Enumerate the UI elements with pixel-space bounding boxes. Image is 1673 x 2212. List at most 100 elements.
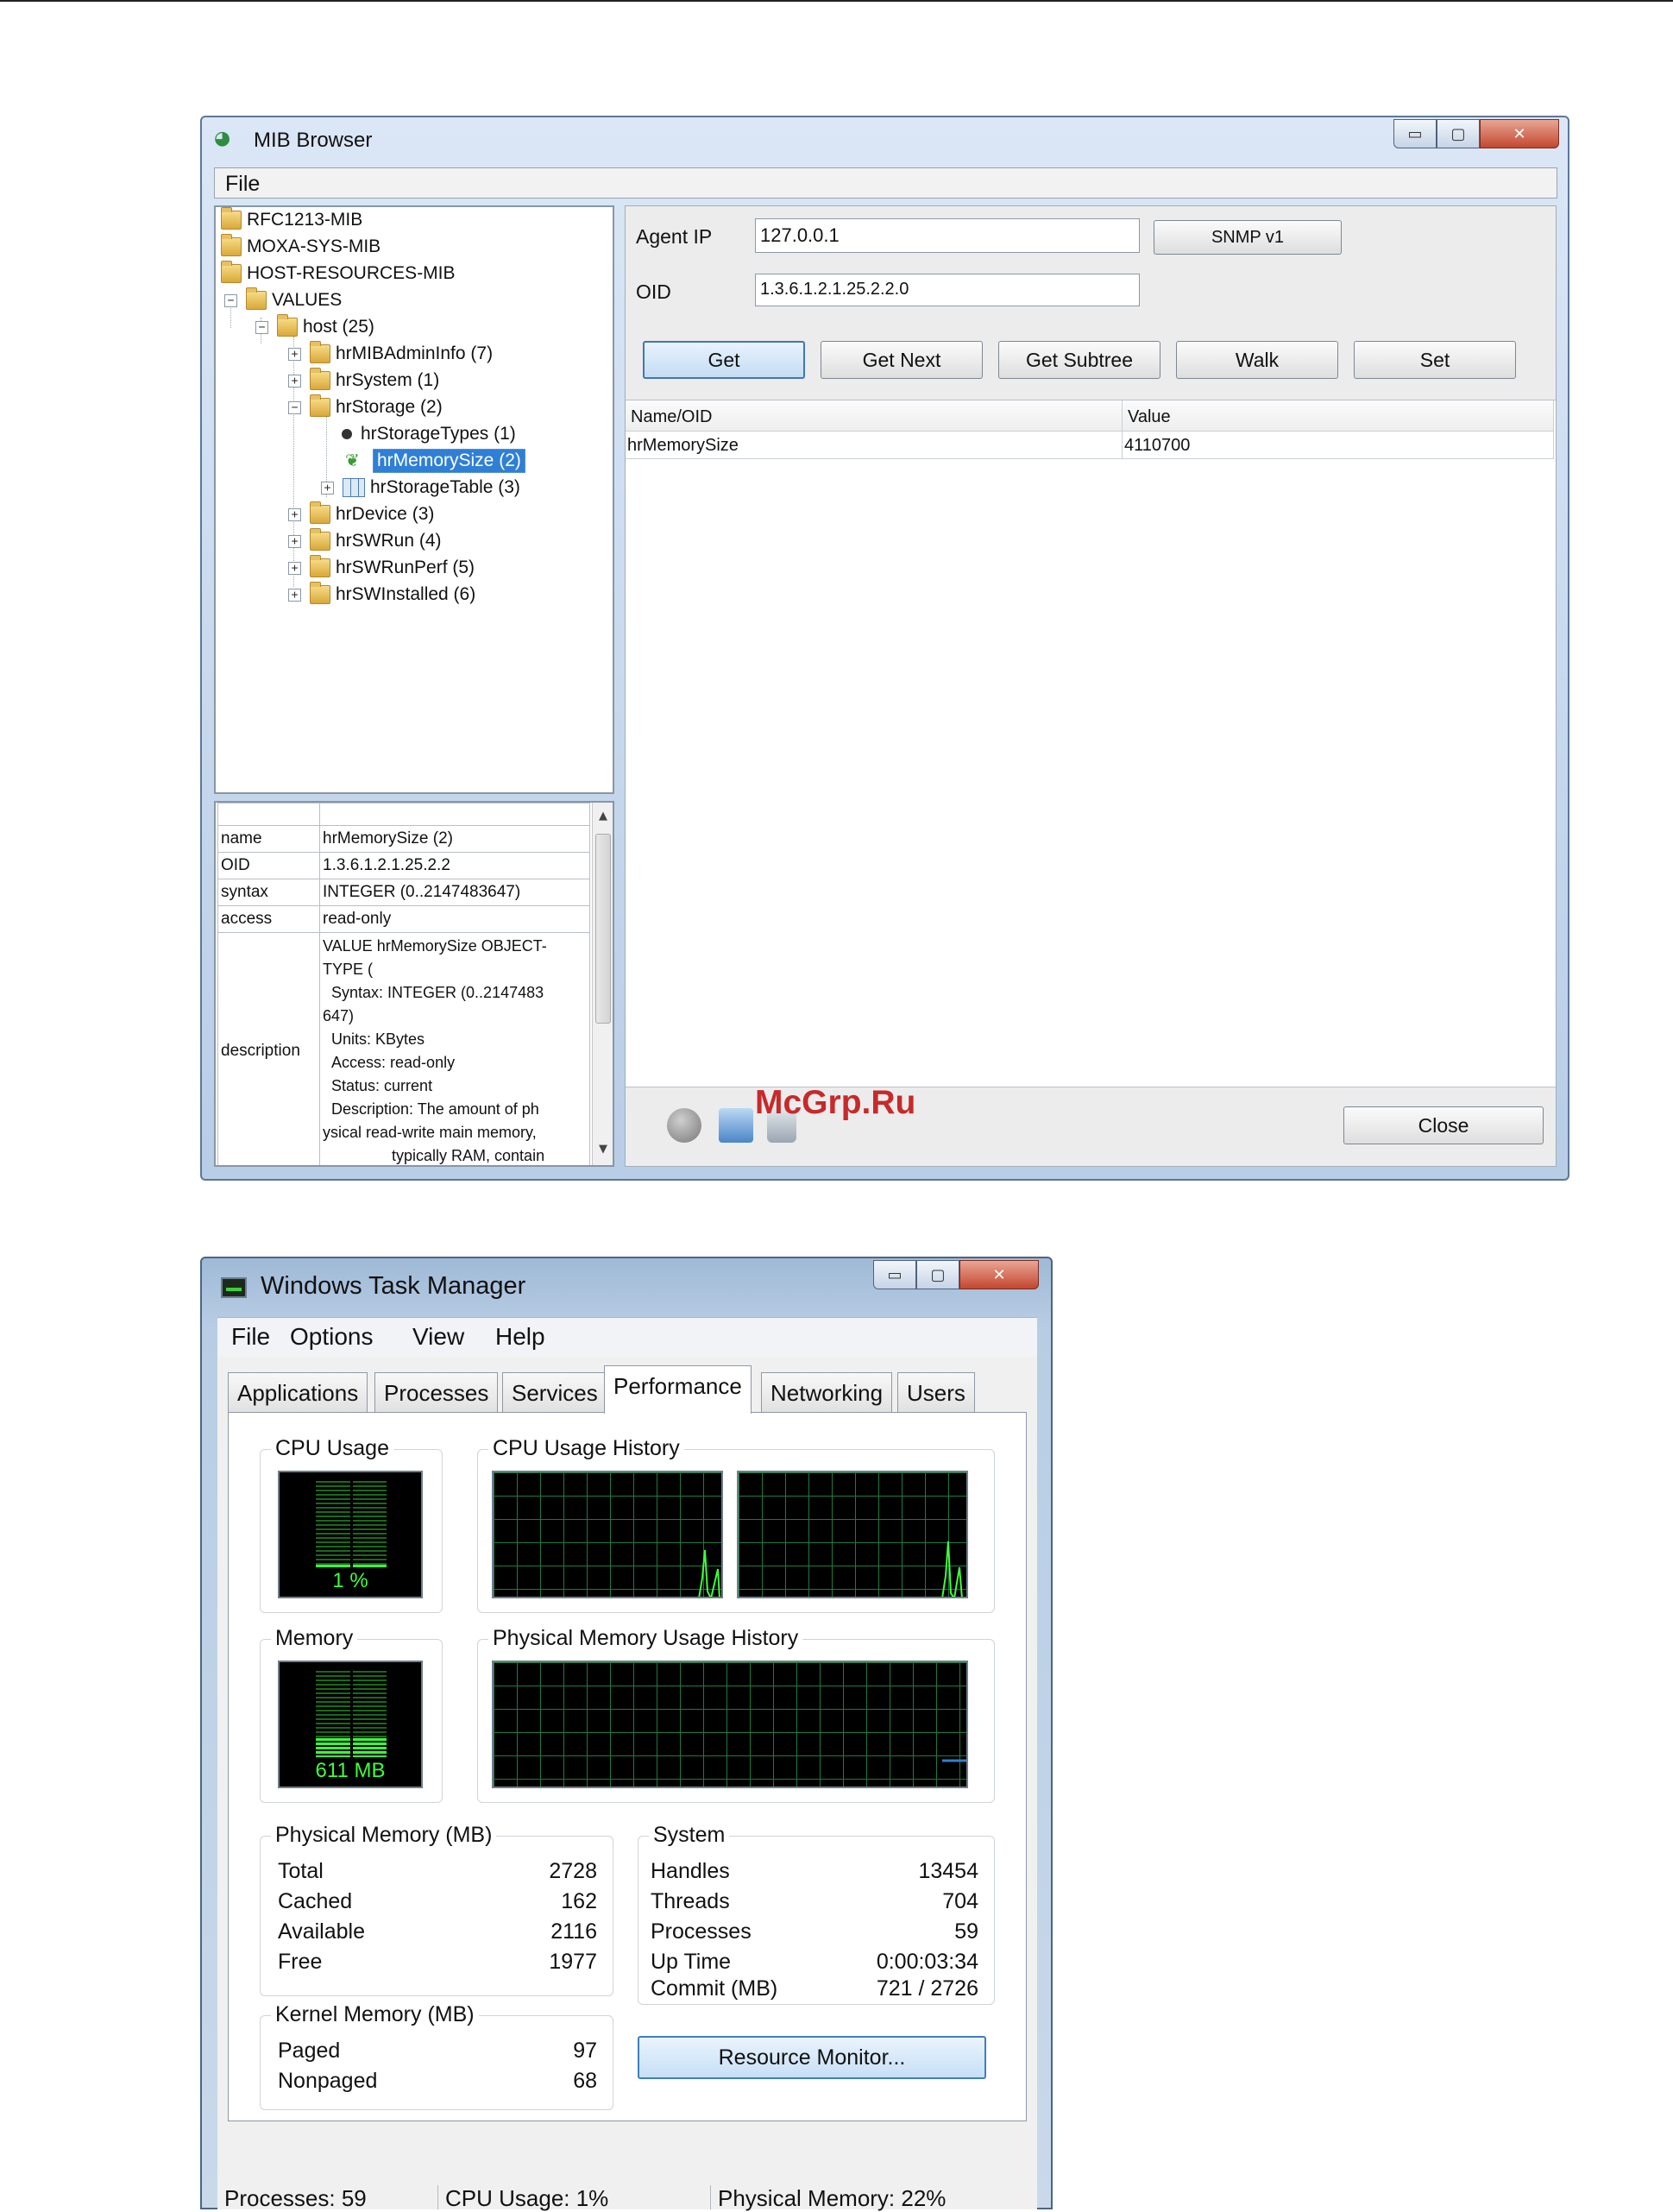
result-cell-name[interactable]: hrMemorySize (626, 432, 1123, 459)
stat-label: Up Time (651, 1950, 732, 1974)
window-controls: ▭ ▢ ✕ (1393, 119, 1559, 150)
maximize-button[interactable]: ▢ (916, 1260, 959, 1289)
get-subtree-button[interactable]: Get Subtree (998, 341, 1160, 379)
mib-titlebar: ◕ MIB Browser ▭ ▢ ✕ (202, 117, 1568, 162)
window-controls: ▭ ▢ ✕ (873, 1260, 1039, 1291)
folder-icon (221, 207, 242, 230)
menu-file[interactable]: File (231, 1323, 270, 1351)
stat-value: 0:00:03:34 (876, 1950, 978, 1974)
expand-icon[interactable]: + (288, 561, 301, 575)
scroll-up-icon[interactable]: ▲ (593, 810, 613, 830)
performance-panel: CPU Usage 1 % CPU Usage History Memory 6… (228, 1412, 1027, 2121)
scroll-thumb[interactable] (595, 834, 611, 1024)
expand-icon[interactable]: + (288, 374, 301, 388)
collapse-icon[interactable]: − (288, 400, 301, 414)
collapse-icon[interactable]: − (255, 320, 268, 334)
tree-node-hrmemorysize[interactable]: ❦ hrMemorySize (2) (345, 448, 525, 474)
expand-icon[interactable]: + (288, 588, 301, 602)
status-cpu-usage: CPU Usage: 1% (442, 2185, 711, 2211)
minimize-button[interactable]: ▭ (1393, 119, 1437, 148)
tree-label: hrSystem (1) (336, 370, 440, 390)
folder-icon (310, 394, 330, 417)
result-cell-value[interactable]: 4110700 (1123, 432, 1554, 459)
tree-node-host-resources[interactable]: HOST-RESOURCES-MIB (221, 261, 456, 287)
expand-icon[interactable]: + (288, 534, 301, 548)
scroll-down-icon[interactable]: ▼ (593, 1143, 613, 1163)
tab-performance[interactable]: Performance (604, 1365, 752, 1414)
physical-memory-label: Physical Memory (MB) (271, 1823, 497, 1848)
stat-handles: Handles 13454 (651, 1859, 978, 1888)
prop-key-syntax: syntax (217, 879, 320, 906)
mib-browser-window: ◕ MIB Browser ▭ ▢ ✕ File RFC1213-MIB MOX… (200, 116, 1569, 1181)
memory-group: Memory 611 MB (260, 1626, 443, 1803)
column-header-name-oid[interactable]: Name/OID (626, 400, 1123, 432)
walk-button[interactable]: Walk (1176, 341, 1338, 379)
tree-label: hrDevice (3) (336, 504, 435, 524)
tree-node-values[interactable]: − VALUES (224, 287, 342, 313)
window-title: Windows Task Manager (261, 1272, 526, 1300)
tab-processes[interactable]: Processes (374, 1372, 499, 1412)
tab-applications[interactable]: Applications (228, 1372, 368, 1412)
memory-meter-fill (316, 1738, 387, 1757)
tab-users[interactable]: Users (897, 1372, 975, 1412)
tree-node-hrdevice[interactable]: + hrDevice (3) (288, 501, 434, 527)
download-icon[interactable] (719, 1108, 753, 1143)
collapse-icon[interactable]: − (224, 293, 237, 307)
get-next-button[interactable]: Get Next (821, 341, 983, 379)
get-button[interactable]: Get (643, 341, 805, 379)
properties-scrollbar[interactable]: ▲ ▼ (592, 803, 613, 1165)
expand-icon[interactable]: + (288, 347, 301, 361)
stat-label: Commit (MB) (651, 1976, 778, 2001)
maximize-button[interactable]: ▢ (1437, 119, 1480, 148)
stat-label: Available (278, 1919, 366, 1944)
resource-monitor-button[interactable]: Resource Monitor... (638, 2036, 986, 2079)
prop-key-description: description (217, 932, 320, 1165)
agent-ip-field[interactable]: 127.0.0.1 (755, 218, 1140, 253)
tree-node-host[interactable]: − host (25) (255, 314, 374, 340)
expand-icon[interactable]: + (321, 481, 334, 495)
close-window-button[interactable]: ✕ (1480, 119, 1559, 148)
set-button[interactable]: Set (1354, 341, 1516, 379)
results-table: Name/OID Value hrMemorySize 4110700 (626, 400, 1556, 1087)
tree-node-rfc1213[interactable]: RFC1213-MIB (221, 207, 362, 233)
minimize-button[interactable]: ▭ (873, 1260, 916, 1289)
tree-node-hrstorage[interactable]: − hrStorage (2) (288, 394, 443, 420)
close-button[interactable]: Close (1343, 1106, 1544, 1144)
oid-field[interactable]: 1.3.6.1.2.1.25.2.2.0 (755, 274, 1140, 306)
tree-node-hrsystem[interactable]: + hrSystem (1) (288, 368, 439, 394)
task-manager-window: Windows Task Manager ▭ ▢ ✕ File Options … (200, 1257, 1053, 2211)
prop-value-access: read-only (319, 905, 590, 933)
stop-icon[interactable] (667, 1108, 701, 1143)
mib-tree[interactable]: RFC1213-MIB MOXA-SYS-MIB HOST-RESOURCES-… (214, 205, 614, 794)
stat-label: Nonpaged (278, 2069, 378, 2093)
task-manager-icon (221, 1277, 247, 1298)
folder-icon (310, 555, 330, 577)
menu-options[interactable]: Options (290, 1323, 374, 1351)
folder-icon (246, 287, 267, 310)
stat-cached: Cached 162 (278, 1889, 597, 1919)
kernel-memory-group: Kernel Memory (MB) Paged 97 Nonpaged 68 (260, 2002, 613, 2110)
column-header-value[interactable]: Value (1123, 400, 1554, 432)
tree-node-hrswrun[interactable]: + hrSWRun (4) (288, 528, 442, 554)
expand-icon[interactable]: + (288, 507, 301, 521)
menu-view[interactable]: View (412, 1323, 464, 1351)
tree-node-hrmibadmininfo[interactable]: + hrMIBAdminInfo (7) (288, 341, 493, 367)
tab-services[interactable]: Services (502, 1372, 607, 1412)
menu-file[interactable]: File (225, 172, 260, 197)
tab-networking[interactable]: Networking (761, 1372, 893, 1412)
snmp-version-button[interactable]: SNMP v1 (1154, 220, 1342, 255)
tree-node-hrswrunperf[interactable]: + hrSWRunPerf (5) (288, 555, 475, 581)
kernel-memory-label: Kernel Memory (MB) (271, 2002, 479, 2027)
tree-node-hrstoragetypes[interactable]: hrStorageTypes (1) (336, 421, 516, 447)
tree-node-hrswinstalled[interactable]: + hrSWInstalled (6) (288, 582, 475, 608)
tree-label: hrSWRunPerf (5) (336, 558, 475, 577)
tree-node-moxa[interactable]: MOXA-SYS-MIB (221, 234, 381, 260)
cpu-history-group: CPU Usage History (477, 1436, 995, 1613)
system-label: System (649, 1823, 730, 1848)
tree-node-hrstoragetable[interactable]: + hrStorageTable (3) (321, 475, 520, 501)
close-window-button[interactable]: ✕ (959, 1260, 1039, 1289)
status-physical-memory: Physical Memory: 22% (718, 2185, 947, 2211)
menu-help[interactable]: Help (495, 1323, 545, 1351)
prop-value-name: hrMemorySize (2) (319, 825, 590, 853)
prop-key-oid: OID (217, 852, 320, 879)
